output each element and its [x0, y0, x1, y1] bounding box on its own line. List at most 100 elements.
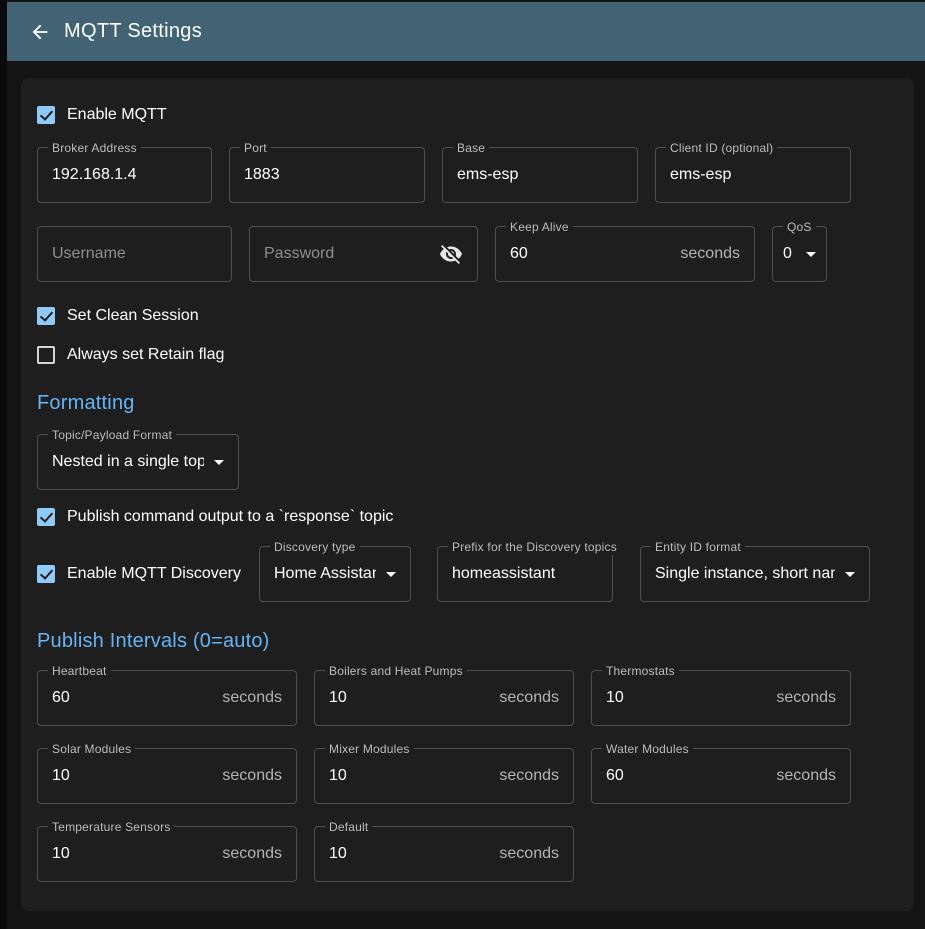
client-id-label: Client ID (optional) — [666, 140, 777, 156]
back-button[interactable] — [28, 20, 52, 44]
enable-discovery-checkbox[interactable] — [37, 565, 55, 583]
entity-format-value: Single instance, short name — [655, 565, 835, 583]
boilers-suffix: seconds — [499, 689, 559, 707]
keep-alive-suffix: seconds — [680, 245, 740, 263]
app-bar: MQTT Settings — [7, 2, 925, 61]
qos-label: QoS — [783, 219, 816, 235]
client-id-input[interactable] — [670, 166, 836, 184]
formatting-heading: Formatting — [37, 392, 898, 415]
enable-mqtt-label: Enable MQTT — [67, 106, 167, 124]
thermostats-label: Thermostats — [602, 663, 679, 679]
publish-response-checkbox[interactable] — [37, 508, 55, 526]
settings-card: Enable MQTT Broker Address Port Base Cli… — [21, 78, 914, 911]
heartbeat-field[interactable]: Heartbeat seconds — [37, 670, 297, 726]
port-input[interactable] — [244, 166, 410, 184]
solar-label: Solar Modules — [48, 741, 135, 757]
water-field[interactable]: Water Modules seconds — [591, 748, 851, 804]
heartbeat-label: Heartbeat — [48, 663, 111, 679]
qos-select[interactable]: QoS 0 — [772, 226, 827, 282]
thermostats-input[interactable] — [606, 689, 768, 707]
thermostats-field[interactable]: Thermostats seconds — [591, 670, 851, 726]
publish-response-label: Publish command output to a `response` t… — [67, 508, 393, 526]
password-field[interactable] — [249, 226, 478, 282]
password-input[interactable] — [264, 245, 439, 263]
discovery-type-value: Home Assistant — [274, 565, 376, 583]
topic-format-select[interactable]: Topic/Payload Format Nested in a single … — [37, 434, 239, 490]
default-label: Default — [325, 819, 372, 835]
port-label: Port — [240, 140, 271, 156]
entity-format-label: Entity ID format — [651, 539, 745, 555]
clean-session-checkbox[interactable] — [37, 307, 55, 325]
topic-format-label: Topic/Payload Format — [48, 427, 176, 443]
heartbeat-input[interactable] — [52, 689, 214, 707]
retain-flag-label: Always set Retain flag — [67, 346, 224, 364]
dropdown-arrow-icon — [386, 572, 396, 577]
broker-address-field[interactable]: Broker Address — [37, 147, 212, 203]
publish-response-row: Publish command output to a `response` t… — [37, 508, 898, 526]
temperature-sensors-suffix: seconds — [222, 845, 282, 863]
username-field[interactable] — [37, 226, 232, 282]
enable-mqtt-row: Enable MQTT — [37, 78, 898, 124]
boilers-input[interactable] — [329, 689, 491, 707]
retain-flag-checkbox[interactable] — [37, 346, 55, 364]
heartbeat-suffix: seconds — [222, 689, 282, 707]
keep-alive-field[interactable]: Keep Alive seconds — [495, 226, 755, 282]
thermostats-suffix: seconds — [776, 689, 836, 707]
broker-address-input[interactable] — [52, 166, 197, 184]
water-input[interactable] — [606, 767, 768, 785]
discovery-prefix-label: Prefix for the Discovery topics — [448, 539, 621, 555]
mixer-suffix: seconds — [499, 767, 559, 785]
default-input[interactable] — [329, 845, 491, 863]
arrow-back-icon — [29, 21, 51, 43]
temperature-sensors-input[interactable] — [52, 845, 214, 863]
solar-suffix: seconds — [222, 767, 282, 785]
enable-discovery-label: Enable MQTT Discovery — [67, 565, 241, 583]
intervals-grid: Heartbeat seconds Boilers and Heat Pumps… — [37, 670, 898, 882]
client-id-field[interactable]: Client ID (optional) — [655, 147, 851, 203]
temperature-sensors-field[interactable]: Temperature Sensors seconds — [37, 826, 297, 882]
visibility-off-icon — [439, 242, 463, 266]
page-background: MQTT Settings Enable MQTT Broker Address… — [7, 0, 925, 929]
discovery-type-label: Discovery type — [270, 539, 360, 555]
discovery-type-select[interactable]: Discovery type Home Assistant — [259, 546, 411, 602]
default-suffix: seconds — [499, 845, 559, 863]
port-field[interactable]: Port — [229, 147, 425, 203]
default-field[interactable]: Default seconds — [314, 826, 574, 882]
auth-row: Keep Alive seconds QoS 0 — [37, 226, 898, 282]
clean-session-label: Set Clean Session — [67, 307, 199, 325]
discovery-prefix-input[interactable] — [452, 565, 598, 583]
discovery-prefix-field[interactable]: Prefix for the Discovery topics — [437, 546, 613, 602]
retain-flag-row: Always set Retain flag — [37, 346, 898, 364]
water-label: Water Modules — [602, 741, 693, 757]
topic-format-value: Nested in a single topic — [52, 453, 204, 471]
mixer-label: Mixer Modules — [325, 741, 414, 757]
solar-field[interactable]: Solar Modules seconds — [37, 748, 297, 804]
broker-address-label: Broker Address — [48, 140, 141, 156]
dropdown-arrow-icon — [806, 252, 816, 257]
entity-format-select[interactable]: Entity ID format Single instance, short … — [640, 546, 870, 602]
base-field[interactable]: Base — [442, 147, 638, 203]
qos-value: 0 — [783, 245, 802, 263]
enable-mqtt-checkbox[interactable] — [37, 106, 55, 124]
base-input[interactable] — [457, 166, 623, 184]
dropdown-arrow-icon — [845, 572, 855, 577]
mixer-field[interactable]: Mixer Modules seconds — [314, 748, 574, 804]
intervals-heading: Publish Intervals (0=auto) — [37, 630, 898, 653]
keep-alive-input[interactable] — [510, 245, 672, 263]
boilers-label: Boilers and Heat Pumps — [325, 663, 467, 679]
base-label: Base — [453, 140, 489, 156]
clean-session-row: Set Clean Session — [37, 307, 898, 325]
discovery-row: Enable MQTT Discovery Discovery type Hom… — [37, 546, 898, 602]
toggle-password-visibility-button[interactable] — [439, 242, 463, 266]
dropdown-arrow-icon — [214, 460, 224, 465]
solar-input[interactable] — [52, 767, 214, 785]
broker-row: Broker Address Port Base Client ID (opti… — [37, 147, 898, 203]
water-suffix: seconds — [776, 767, 836, 785]
keep-alive-label: Keep Alive — [506, 219, 573, 235]
page-title: MQTT Settings — [64, 20, 202, 43]
username-input[interactable] — [52, 245, 217, 263]
boilers-field[interactable]: Boilers and Heat Pumps seconds — [314, 670, 574, 726]
temperature-sensors-label: Temperature Sensors — [48, 819, 175, 835]
enable-discovery-row: Enable MQTT Discovery — [37, 565, 259, 583]
mixer-input[interactable] — [329, 767, 491, 785]
